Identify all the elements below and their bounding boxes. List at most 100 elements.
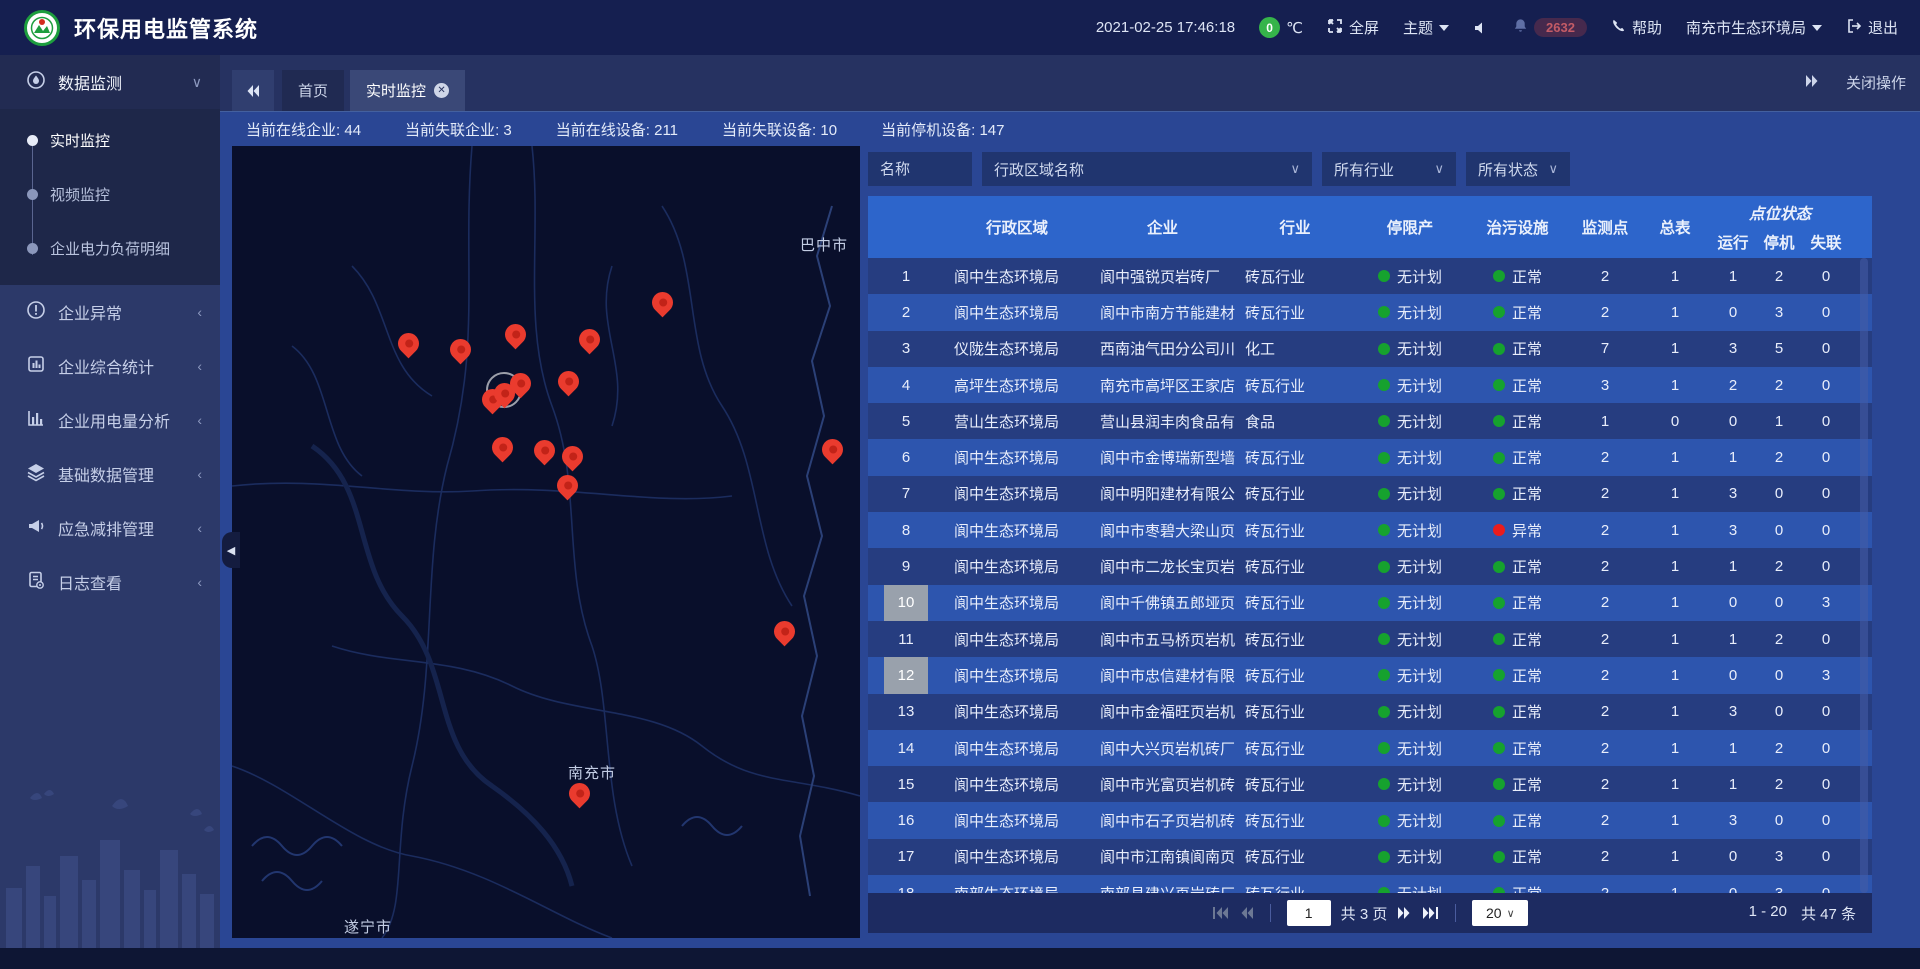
tab[interactable]: 实时监控 ✕ [350,70,465,111]
collapse-panel-button[interactable]: ◀ [222,532,240,568]
tab-close-icon[interactable]: ✕ [434,83,449,98]
cell-limit-status: 无计划 [1355,883,1465,893]
close-operations-menu[interactable]: 关闭操作 [1846,72,1906,93]
fullscreen-button[interactable]: 全屏 [1327,17,1379,38]
cell-company[interactable]: 阆中千佛镇五郎垭页岩 [1090,592,1235,613]
sidebar-group-item[interactable]: 企业综合统计 ‹ [0,339,220,393]
sidebar-group-item[interactable]: 企业用电量分析 ‹ [0,393,220,447]
tab[interactable]: 首页 [282,70,344,111]
cell-limit-status: 无计划 [1355,447,1465,468]
cell-company[interactable]: 阆中市枣碧大梁山页岩 [1090,520,1235,541]
cell-company[interactable]: 阆中市南方节能建材有 [1090,302,1235,323]
logout-button[interactable]: 退出 [1846,17,1898,38]
next-page-button[interactable] [1397,906,1412,920]
limit-status-dot [1378,524,1390,536]
cell-facility-status: 正常 [1465,302,1570,323]
sidebar-group-item[interactable]: 日志查看 ‹ [0,555,220,609]
cell-company[interactable]: 阆中市金福旺页岩机砖 [1090,701,1235,722]
table-scrollbar[interactable] [1860,258,1868,893]
limit-status-dot [1378,415,1390,427]
col-header-facility[interactable]: 治污设施 [1465,196,1570,258]
col-header-industry[interactable]: 行业 [1235,196,1355,258]
table-row[interactable]: 1 阆中生态环境局 阆中强锐页岩砖厂 砖瓦行业 无计划 正常 2 1 1 2 0 [868,258,1872,294]
sidebar-group-item[interactable]: 基础数据管理 ‹ [0,447,220,501]
col-header-lost[interactable]: 失联 [1802,226,1850,258]
stats-icon [26,354,46,379]
table-row[interactable]: 11 阆中生态环境局 阆中市五马桥页岩机砖 砖瓦行业 无计划 正常 2 1 1 … [868,621,1872,657]
table-row[interactable]: 15 阆中生态环境局 阆中市光富页岩机砖厂 砖瓦行业 无计划 正常 2 1 1 … [868,766,1872,802]
table-row[interactable]: 17 阆中生态环境局 阆中市江南镇阆南页岩 砖瓦行业 无计划 正常 2 1 0 … [868,839,1872,875]
cell-stop: 0 [1756,703,1802,720]
region-filter-select[interactable]: 行政区域名称 ∨ [982,152,1312,186]
logout-icon [1846,18,1862,38]
col-header-meters[interactable]: 总表 [1640,196,1710,258]
last-page-button[interactable] [1422,906,1439,920]
col-header-points[interactable]: 监测点 [1570,196,1640,258]
table-row[interactable]: 9 阆中生态环境局 阆中市二龙长宝页岩砖 砖瓦行业 无计划 正常 2 1 1 2… [868,548,1872,584]
tabs-scroll-right-button[interactable] [1804,73,1820,93]
table-row[interactable]: 13 阆中生态环境局 阆中市金福旺页岩机砖 砖瓦行业 无计划 正常 2 1 3 … [868,694,1872,730]
sidebar-group-item[interactable]: 应急减排管理 ‹ [0,501,220,555]
col-header-company[interactable]: 企业 [1090,196,1235,258]
cell-company[interactable]: 阆中市石子页岩机砖厂 [1090,810,1235,831]
cell-points: 2 [1570,667,1640,684]
cell-company[interactable]: 阆中大兴页岩机砖厂 [1090,738,1235,759]
cell-company[interactable]: 阆中市光富页岩机砖厂 [1090,774,1235,795]
cell-limit-status: 无计划 [1355,774,1465,795]
facility-status-dot [1493,415,1505,427]
table-row[interactable]: 7 阆中生态环境局 阆中明阳建材有限公司 砖瓦行业 无计划 正常 2 1 3 0… [868,476,1872,512]
user-menu[interactable]: 南充市生态环境局 [1686,17,1822,38]
first-page-button[interactable] [1212,906,1229,920]
cell-company[interactable]: 阆中市二龙长宝页岩砖 [1090,556,1235,577]
cell-run: 0 [1710,667,1756,684]
table-row[interactable]: 2 阆中生态环境局 阆中市南方节能建材有 砖瓦行业 无计划 正常 2 1 0 3… [868,294,1872,330]
map-city-label: 南充市 [568,762,616,783]
speaker-button[interactable] [1473,20,1489,36]
table-row[interactable]: 4 高坪生态环境局 南充市高坪区王家店建 砖瓦行业 无计划 正常 3 1 2 2… [868,367,1872,403]
industry-filter-select[interactable]: 所有行业 ∨ [1322,152,1456,186]
status-filter-select[interactable]: 所有状态 ∨ [1466,152,1570,186]
table-row[interactable]: 12 阆中生态环境局 阆中市忠信建材有限公 砖瓦行业 无计划 正常 2 1 0 … [868,657,1872,693]
cell-company[interactable]: 西南油气田分公司川中 [1090,338,1235,359]
tabs-scroll-left-button[interactable] [232,70,274,111]
table-row[interactable]: 6 阆中生态环境局 阆中市金博瑞新型墙材 砖瓦行业 无计划 正常 2 1 1 2… [868,439,1872,475]
divider [1270,904,1271,922]
col-header-run[interactable]: 运行 [1710,226,1756,258]
cell-facility-status: 正常 [1465,738,1570,759]
table-row[interactable]: 5 营山生态环境局 营山县润丰肉食品有限 食品 无计划 正常 1 0 0 1 0 [868,403,1872,439]
theme-menu[interactable]: 主题 [1403,17,1449,38]
page-number-input[interactable] [1287,900,1331,926]
notifications[interactable]: 2632 [1513,18,1587,37]
sidebar-sub-item[interactable]: 企业电力负荷明细 [0,221,220,275]
table-row[interactable]: 16 阆中生态环境局 阆中市石子页岩机砖厂 砖瓦行业 无计划 正常 2 1 3 … [868,802,1872,838]
cell-company[interactable]: 阆中强锐页岩砖厂 [1090,266,1235,287]
cell-company[interactable]: 营山县润丰肉食品有限 [1090,411,1235,432]
table-row[interactable]: 18 南部生态环境局 南部县建兴页岩砖厂有 砖瓦行业 无计划 正常 2 1 0 … [868,875,1872,893]
table-row[interactable]: 14 阆中生态环境局 阆中大兴页岩机砖厂 砖瓦行业 无计划 正常 2 1 1 2… [868,730,1872,766]
sidebar-group-item[interactable]: 数据监测 ∨ [0,55,220,109]
col-header-region[interactable]: 行政区域 [944,196,1090,258]
sidebar-sub-item[interactable]: 视频监控 [0,167,220,221]
help-button[interactable]: 帮助 [1611,17,1662,38]
page-size-select[interactable]: 20 ∨ [1472,900,1528,926]
table-row[interactable]: 3 仪陇生态环境局 西南油气田分公司川中 化工 无计划 正常 7 1 3 5 0 [868,331,1872,367]
prev-page-button[interactable] [1239,906,1254,920]
cell-company[interactable]: 南部县建兴页岩砖厂有 [1090,883,1235,893]
cell-company[interactable]: 南充市高坪区王家店建 [1090,375,1235,396]
cell-company[interactable]: 阆中市五马桥页岩机砖 [1090,629,1235,650]
cell-region: 阆中生态环境局 [944,592,1090,613]
sidebar-group-item[interactable]: 企业异常 ‹ [0,285,220,339]
cell-lost: 0 [1802,268,1850,285]
table-row[interactable]: 8 阆中生态环境局 阆中市枣碧大梁山页岩 砖瓦行业 无计划 异常 2 1 3 0… [868,512,1872,548]
cell-company[interactable]: 阆中明阳建材有限公司 [1090,483,1235,504]
name-filter-input[interactable] [868,152,972,186]
col-header-stop[interactable]: 停机 [1756,226,1802,258]
map-panel[interactable]: 巴中市南充市遂宁市 [232,146,860,938]
cell-company[interactable]: 阆中市金博瑞新型墙材 [1090,447,1235,468]
cell-company[interactable]: 阆中市江南镇阆南页岩 [1090,846,1235,867]
sidebar-sub-item[interactable]: 实时监控 [0,113,220,167]
row-index: 15 [884,766,928,802]
col-header-limit[interactable]: 停限产 [1355,196,1465,258]
cell-company[interactable]: 阆中市忠信建材有限公 [1090,665,1235,686]
table-row[interactable]: 10 阆中生态环境局 阆中千佛镇五郎垭页岩 砖瓦行业 无计划 正常 2 1 0 … [868,585,1872,621]
